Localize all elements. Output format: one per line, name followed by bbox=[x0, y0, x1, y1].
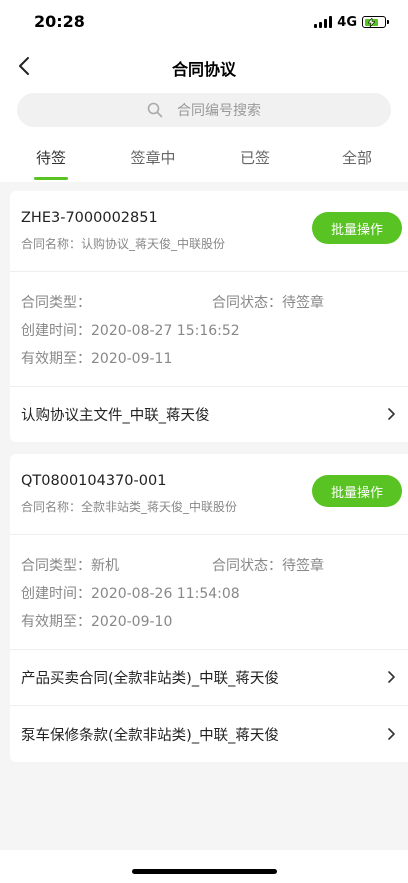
search-placeholder: 合同编号搜索 bbox=[177, 103, 261, 119]
nav-bar: 合同协议 bbox=[0, 44, 408, 88]
valid-until: 有效期至：2020-09-11 bbox=[21, 348, 172, 368]
divider bbox=[10, 534, 408, 535]
created-time-label: 创建时间： bbox=[21, 323, 91, 339]
document-title: 泵车保修条款(全款非站类)_中联_蒋天俊 bbox=[21, 727, 279, 744]
status-tabs: 待签 签章中 已签 全部 bbox=[0, 132, 408, 182]
tab-signing[interactable]: 签章中 bbox=[102, 132, 204, 182]
battery-charging-icon bbox=[362, 16, 389, 28]
contract-status-value: 待签章 bbox=[282, 295, 324, 311]
created-time-value: 2020-08-27 15:16:52 bbox=[91, 323, 240, 339]
tab-label: 待签 bbox=[35, 148, 66, 167]
created-time: 创建时间：2020-08-27 15:16:52 bbox=[21, 320, 240, 340]
contract-number: ZHE3-7000002851 bbox=[21, 210, 158, 226]
contract-type: 合同类型： bbox=[21, 292, 91, 312]
document-item[interactable]: 认购协议主文件_中联_蒋天俊 bbox=[10, 386, 408, 442]
tab-signed[interactable]: 已签 bbox=[204, 132, 306, 182]
contract-card-header: ZHE3-7000002851 合同名称：认购协议_蒋天俊_中联股份 批量操作 bbox=[10, 191, 408, 271]
contract-type: 合同类型：新机 bbox=[21, 555, 119, 575]
home-indicator-area bbox=[0, 850, 408, 883]
contract-card: ZHE3-7000002851 合同名称：认购协议_蒋天俊_中联股份 批量操作 … bbox=[10, 191, 408, 442]
chevron-right-icon bbox=[384, 670, 398, 684]
home-indicator[interactable] bbox=[132, 869, 277, 874]
tab-all[interactable]: 全部 bbox=[306, 132, 408, 182]
search-icon bbox=[147, 102, 163, 118]
chevron-right-icon bbox=[384, 407, 398, 421]
contract-number: QT0800104370-001 bbox=[21, 473, 167, 489]
tab-pending[interactable]: 待签 bbox=[0, 132, 102, 182]
contract-type-label: 合同类型： bbox=[21, 558, 91, 574]
document-item[interactable]: 泵车保修条款(全款非站类)_中联_蒋天俊 bbox=[10, 706, 408, 762]
tab-label: 全部 bbox=[341, 148, 372, 167]
contract-status: 合同状态：待签章 bbox=[212, 555, 324, 575]
created-time: 创建时间：2020-08-26 11:54:08 bbox=[21, 583, 240, 603]
valid-until-value: 2020-09-11 bbox=[91, 351, 173, 367]
status-indicators: 4G bbox=[314, 14, 389, 30]
contract-status-value: 待签章 bbox=[282, 558, 324, 574]
contract-type-label: 合同类型： bbox=[21, 295, 91, 311]
valid-until: 有效期至：2020-09-10 bbox=[21, 611, 172, 631]
status-time: 20:28 bbox=[34, 12, 85, 31]
status-bar: 20:28 4G bbox=[0, 0, 408, 44]
batch-operation-button[interactable]: 批量操作 bbox=[312, 475, 402, 507]
tab-active-indicator bbox=[34, 177, 68, 180]
valid-until-label: 有效期至： bbox=[21, 614, 91, 630]
contract-status: 合同状态：待签章 bbox=[212, 292, 324, 312]
valid-until-label: 有效期至： bbox=[21, 351, 91, 367]
contract-status-label: 合同状态： bbox=[212, 295, 282, 311]
signal-icon bbox=[314, 16, 333, 28]
search-section: 合同编号搜索 bbox=[0, 88, 408, 132]
contract-type-value: 新机 bbox=[91, 558, 119, 574]
divider bbox=[10, 271, 408, 272]
page-title: 合同协议 bbox=[171, 60, 236, 79]
search-input[interactable]: 合同编号搜索 bbox=[17, 93, 391, 127]
tab-label: 签章中 bbox=[130, 148, 176, 167]
network-label: 4G bbox=[337, 14, 357, 30]
contract-card: QT0800104370-001 合同名称：全款非站类_蒋天俊_中联股份 批量操… bbox=[10, 454, 408, 762]
contract-card-header: QT0800104370-001 合同名称：全款非站类_蒋天俊_中联股份 批量操… bbox=[10, 454, 408, 534]
created-time-label: 创建时间： bbox=[21, 586, 91, 602]
contract-name: 合同名称：全款非站类_蒋天俊_中联股份 bbox=[21, 500, 238, 514]
chevron-right-icon bbox=[384, 727, 398, 741]
document-title: 产品买卖合同(全款非站类)_中联_蒋天俊 bbox=[21, 670, 279, 687]
contract-name: 合同名称：认购协议_蒋天俊_中联股份 bbox=[21, 237, 226, 251]
document-item[interactable]: 产品买卖合同(全款非站类)_中联_蒋天俊 bbox=[10, 649, 408, 705]
document-title: 认购协议主文件_中联_蒋天俊 bbox=[21, 407, 210, 424]
tab-label: 已签 bbox=[239, 148, 270, 167]
contract-status-label: 合同状态： bbox=[212, 558, 282, 574]
created-time-value: 2020-08-26 11:54:08 bbox=[91, 586, 240, 602]
valid-until-value: 2020-09-10 bbox=[91, 614, 173, 630]
batch-operation-button[interactable]: 批量操作 bbox=[312, 212, 402, 244]
